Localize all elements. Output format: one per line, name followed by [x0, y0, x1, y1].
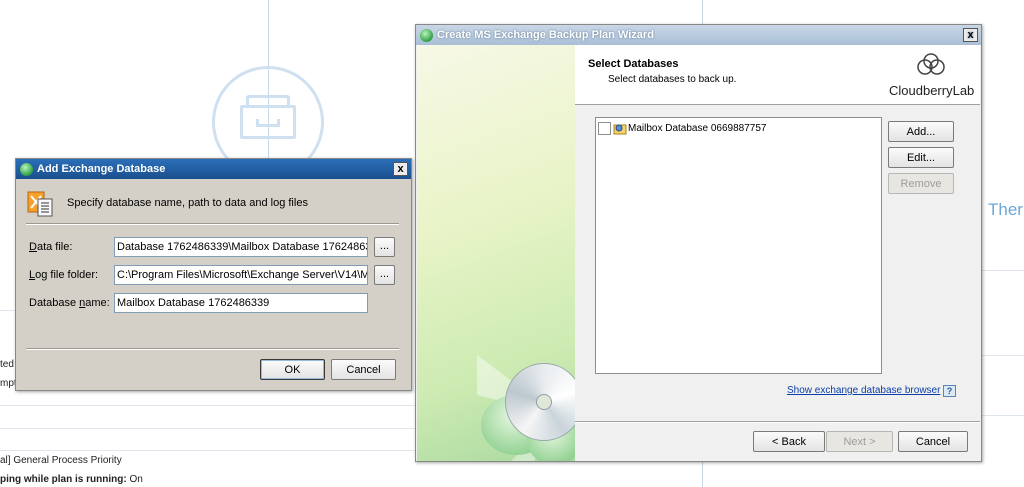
- show-database-browser-link[interactable]: Show exchange database browser: [787, 385, 940, 396]
- exchange-database-icon: [27, 191, 53, 217]
- data-file-input[interactable]: Database 1762486339\Mailbox Database 176…: [114, 237, 368, 257]
- bg-divider: [0, 405, 415, 406]
- stop-while-running-value: On: [129, 474, 143, 485]
- bg-divider: [0, 450, 415, 451]
- database-checkbox[interactable]: [598, 122, 611, 135]
- stop-while-running-row: ping while plan is running: On: [0, 474, 143, 485]
- wizard-title: Create MS Exchange Backup Plan Wizard: [437, 29, 654, 41]
- dialog-titlebar[interactable]: Add Exchange Database x: [16, 159, 411, 179]
- data-file-browse-button[interactable]: ...: [374, 237, 395, 257]
- backup-plan-wizard: Create MS Exchange Backup Plan Wizard x …: [415, 24, 982, 462]
- database-list[interactable]: Mailbox Database 0669887757: [595, 117, 882, 374]
- back-button[interactable]: < Back: [753, 431, 825, 452]
- step-title: Select Databases: [588, 58, 679, 70]
- add-exchange-database-dialog: Add Exchange Database x Specify database…: [15, 158, 412, 391]
- cloudberry-logo-icon: [917, 53, 945, 75]
- process-priority-text: al] General Process Priority: [0, 455, 122, 466]
- log-file-folder-input[interactable]: C:\Program Files\Microsoft\Exchange Serv…: [114, 265, 368, 285]
- log-file-folder-label: Log file folder:: [29, 269, 99, 281]
- step-subtitle: Select databases to back up.: [608, 74, 737, 85]
- database-name-label: Database name:: [29, 297, 110, 309]
- close-button[interactable]: x: [393, 162, 408, 176]
- log-file-folder-browse-button[interactable]: ...: [374, 265, 395, 285]
- dialog-header-text: Specify database name, path to data and …: [67, 197, 308, 209]
- bg-divider: [0, 428, 415, 429]
- help-icon[interactable]: ?: [943, 385, 956, 397]
- bg-divider: [0, 310, 15, 311]
- wizard-cancel-button[interactable]: Cancel: [898, 431, 968, 452]
- dialog-title: Add Exchange Database: [37, 163, 166, 175]
- ok-button[interactable]: OK: [260, 359, 325, 380]
- mailbox-database-icon: [613, 124, 627, 135]
- bg-partial-text: ted: [0, 359, 14, 370]
- next-button[interactable]: Next >: [826, 431, 893, 452]
- footer-divider: [26, 348, 399, 350]
- cloudberry-app-icon: [420, 28, 433, 42]
- database-name-input[interactable]: Mailbox Database 1762486339: [114, 293, 368, 313]
- bg-divider: [982, 415, 1024, 416]
- cloudberry-app-icon: [20, 162, 33, 176]
- remove-button[interactable]: Remove: [888, 173, 954, 194]
- bg-divider: [982, 355, 1024, 356]
- cloudberry-logo-text: CloudberryLab: [889, 83, 975, 98]
- add-button[interactable]: Add...: [888, 121, 954, 142]
- list-item[interactable]: Mailbox Database 0669887757: [598, 122, 766, 135]
- stop-while-running-label: ping while plan is running:: [0, 474, 127, 485]
- wizard-titlebar[interactable]: Create MS Exchange Backup Plan Wizard x: [416, 25, 981, 45]
- bg-partial-heading: Ther: [988, 200, 1023, 219]
- wizard-side-graphic: [417, 45, 575, 461]
- close-button[interactable]: x: [963, 28, 978, 42]
- footer-divider: [575, 421, 980, 423]
- disc-icon: [505, 363, 575, 441]
- database-name: Mailbox Database 0669887757: [628, 123, 767, 134]
- bg-divider: [702, 462, 703, 487]
- data-file-label: Data file:: [29, 241, 73, 253]
- cancel-button[interactable]: Cancel: [331, 359, 396, 380]
- bg-divider: [982, 270, 1024, 271]
- bg-divider: [702, 0, 703, 24]
- wizard-header: Select Databases Select databases to bac…: [575, 45, 980, 105]
- edit-button[interactable]: Edit...: [888, 147, 954, 168]
- header-divider: [26, 223, 399, 225]
